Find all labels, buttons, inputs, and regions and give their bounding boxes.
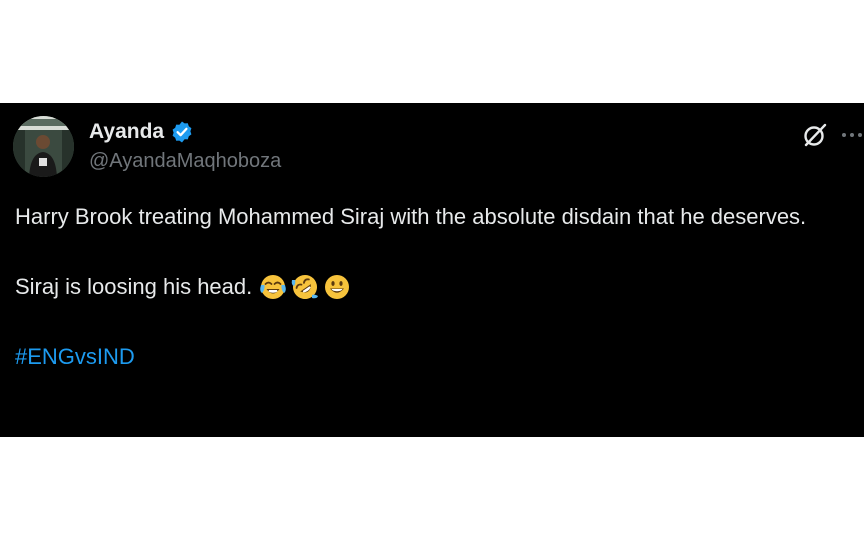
grinning-face-icon: [325, 275, 350, 299]
avatar[interactable]: [13, 116, 74, 177]
tweet-paragraph-2-text: Siraj is loosing his head.: [15, 274, 253, 299]
emoji-group: [258, 272, 352, 302]
face-with-tears-of-joy-icon: [260, 275, 287, 299]
user-handle[interactable]: @AyandaMaqhoboza: [89, 149, 281, 173]
tweet-paragraph-1: Harry Brook treating Mohammed Siraj with…: [15, 204, 807, 229]
name-row: Ayanda: [89, 119, 194, 145]
tweet-paragraph-2: Siraj is loosing his head.: [15, 269, 855, 305]
rolling-on-the-floor-laughing-icon: [292, 275, 319, 299]
more-icon[interactable]: [840, 123, 864, 147]
tweet-card: Ayanda @AyandaMaqhoboza Harry Brook trea…: [0, 103, 864, 437]
verified-badge-icon[interactable]: [170, 120, 194, 144]
display-name[interactable]: Ayanda: [89, 119, 164, 145]
avatar-image: [13, 116, 74, 177]
grok-icon[interactable]: [801, 121, 829, 149]
tweet-text: Harry Brook treating Mohammed Siraj with…: [15, 199, 855, 375]
hashtag-link[interactable]: #ENGvsIND: [15, 339, 855, 375]
